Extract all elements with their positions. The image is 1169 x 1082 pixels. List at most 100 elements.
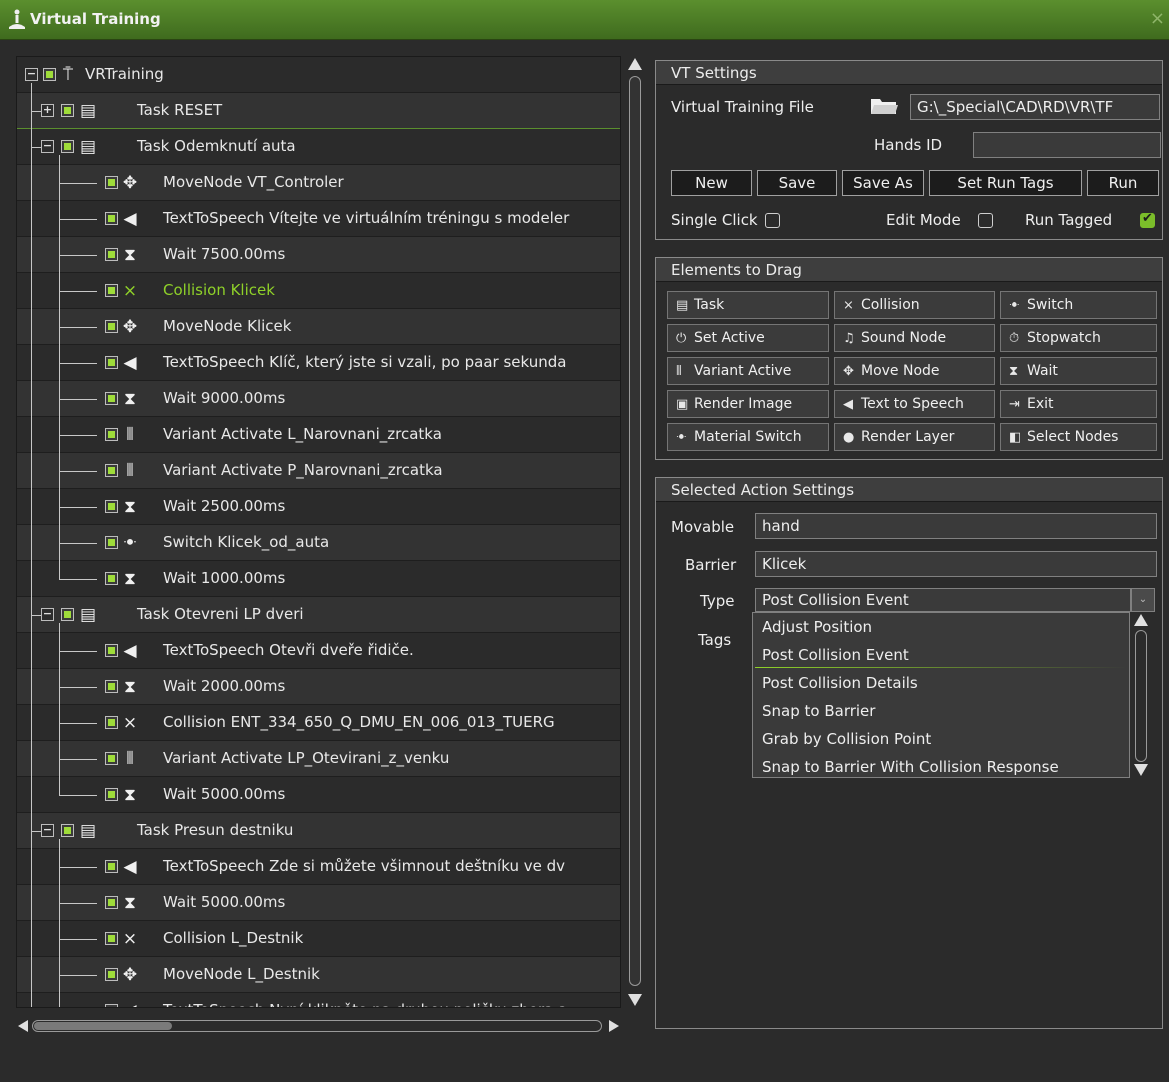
enabled-checkbox[interactable] (105, 680, 118, 693)
enabled-checkbox[interactable] (105, 716, 118, 729)
tree-row[interactable]: − ⍑ VRTraining (17, 57, 620, 93)
enabled-checkbox[interactable] (105, 320, 118, 333)
tree-row[interactable]: ⨯ Collision Klicek (17, 273, 620, 309)
drag-element-collision[interactable]: ⨯ Collision (834, 291, 995, 319)
enabled-checkbox[interactable] (105, 572, 118, 585)
enabled-checkbox[interactable] (61, 608, 74, 621)
collapse-icon[interactable]: − (41, 140, 54, 153)
type-dropdown-list[interactable] (752, 612, 1130, 778)
enabled-checkbox[interactable] (105, 248, 118, 261)
type-select[interactable]: Post Collision Event (755, 588, 1131, 612)
new-button[interactable]: New (671, 170, 752, 196)
scroll-up-icon[interactable] (1134, 614, 1148, 626)
scroll-right-icon[interactable] (609, 1020, 619, 1032)
enabled-checkbox[interactable] (105, 896, 118, 909)
tree-row[interactable]: ⦀ Variant Activate LP_Otevirani_z_venku (17, 741, 620, 777)
drag-element-set-active[interactable]: ⏻ Set Active (667, 324, 829, 352)
type-option[interactable]: Grab by Collision Point (762, 730, 931, 748)
drag-element-render-layer[interactable]: ● Render Layer (834, 423, 995, 451)
type-option[interactable]: Snap to Barrier (762, 702, 875, 720)
enabled-checkbox[interactable] (105, 428, 118, 441)
enabled-checkbox[interactable] (105, 644, 118, 657)
tree-row[interactable]: ◀ TextToSpeech Klíč, který jste si vzali,… (17, 345, 620, 381)
collapse-icon[interactable]: − (41, 824, 54, 837)
drag-element-task[interactable]: ▤ Task (667, 291, 829, 319)
tree-row[interactable]: ⨯ Collision L_Destnik (17, 921, 620, 957)
tree-row[interactable]: ✥ MoveNode L_Destnik (17, 957, 620, 993)
type-option[interactable]: Post Collision Details (762, 674, 918, 692)
scroll-thumb[interactable] (629, 76, 641, 986)
virtual-training-file-field[interactable]: G:\_Special\CAD\RD\VR\TF (910, 94, 1160, 120)
drag-element-variant-active[interactable]: ⦀ Variant Active (667, 357, 829, 385)
hands-id-field[interactable] (973, 132, 1161, 158)
enabled-checkbox[interactable] (105, 788, 118, 801)
enabled-checkbox[interactable] (105, 860, 118, 873)
drag-element-exit[interactable]: ⇥ Exit (1000, 390, 1157, 418)
tree-row[interactable]: + ▤ Task RESET (17, 93, 620, 129)
tree-row[interactable]: ⧗ Wait 2500.00ms (17, 489, 620, 525)
enabled-checkbox[interactable] (61, 824, 74, 837)
drag-element-sound-node[interactable]: ♫ Sound Node (834, 324, 995, 352)
chevron-down-icon[interactable]: ⌄ (1131, 588, 1155, 612)
tree-row[interactable]: ◀ TextToSpeech Nyní klikněte na druhou po… (17, 993, 620, 1007)
tree-row[interactable]: ✥ MoveNode VT_Controler (17, 165, 620, 201)
collapse-icon[interactable]: − (25, 68, 38, 81)
set-run-tags-button[interactable]: Set Run Tags (929, 170, 1082, 196)
save-as-button[interactable]: Save As (842, 170, 924, 196)
tree-row[interactable]: − ▤ Task Odemknutí auta (17, 129, 620, 165)
tree-row[interactable]: ⨯ Collision ENT_334_650_Q_DMU_EN_006_013_… (17, 705, 620, 741)
tree-row[interactable]: ⧗ Wait 5000.00ms (17, 777, 620, 813)
drag-element-render-image[interactable]: ▣ Render Image (667, 390, 829, 418)
type-option[interactable]: Snap to Barrier With Collision Response (762, 758, 1059, 776)
tree-row[interactable]: ⦀ Variant Activate L_Narovnani_zrcatka (17, 417, 620, 453)
enabled-checkbox[interactable] (61, 104, 74, 117)
enabled-checkbox[interactable] (105, 176, 118, 189)
scroll-thumb[interactable] (1135, 630, 1147, 762)
tree-row[interactable]: ⦀ Variant Activate P_Narovnani_zrcatka (17, 453, 620, 489)
tree-row[interactable]: ⧗ Wait 9000.00ms (17, 381, 620, 417)
tree-row[interactable]: ⧗ Wait 7500.00ms (17, 237, 620, 273)
enabled-checkbox[interactable] (43, 68, 56, 81)
barrier-field[interactable]: Klicek (755, 551, 1157, 577)
edit-mode-checkbox[interactable] (978, 213, 993, 228)
scroll-thumb[interactable] (34, 1022, 172, 1030)
single-click-checkbox[interactable] (765, 213, 780, 228)
enabled-checkbox[interactable] (105, 392, 118, 405)
enabled-checkbox[interactable] (61, 140, 74, 153)
enabled-checkbox[interactable] (105, 356, 118, 369)
movable-field[interactable]: hand (755, 513, 1157, 539)
scroll-down-icon[interactable] (628, 994, 642, 1006)
type-option[interactable]: Adjust Position (762, 618, 872, 636)
enabled-checkbox[interactable] (105, 284, 118, 297)
tree-vertical-scrollbar[interactable] (624, 56, 646, 1008)
tree-row[interactable]: ⧗ Wait 5000.00ms (17, 885, 620, 921)
tree-row[interactable]: − ▤ Task Presun destniku (17, 813, 620, 849)
tree-row[interactable]: ◀ TextToSpeech Vítejte ve virtuálním trén… (17, 201, 620, 237)
expand-icon[interactable]: + (41, 104, 54, 117)
run-tagged-checkbox[interactable] (1140, 211, 1155, 228)
training-tree[interactable]: − ⍑ VRTraining + ▤ Task RESET − ▤ Task Odemknutí… (16, 56, 621, 1008)
save-button[interactable]: Save (757, 170, 837, 196)
tree-horizontal-scrollbar[interactable] (16, 1018, 621, 1034)
dropdown-scrollbar[interactable] (1130, 612, 1154, 778)
scroll-down-icon[interactable] (1134, 764, 1148, 776)
enabled-checkbox[interactable] (105, 500, 118, 513)
enabled-checkbox[interactable] (105, 212, 118, 225)
tree-row[interactable]: ◀ TextToSpeech Otevři dveře řidiče. (17, 633, 620, 669)
enabled-checkbox[interactable] (105, 968, 118, 981)
tree-row[interactable]: − ▤ Task Otevreni LP dveri (17, 597, 620, 633)
drag-element-stopwatch[interactable]: ⏱ Stopwatch (1000, 324, 1157, 352)
drag-element-move-node[interactable]: ✥ Move Node (834, 357, 995, 385)
drag-element-text-to-speech[interactable]: ◀ Text to Speech (834, 390, 995, 418)
drag-element-material-switch[interactable]: ꔹ Material Switch (667, 423, 829, 451)
run-button[interactable]: Run (1087, 170, 1159, 196)
tree-row[interactable]: ◀ TextToSpeech Zde si můžete všimnout deš… (17, 849, 620, 885)
tree-row[interactable]: ꔹ Switch Klicek_od_auta (17, 525, 620, 561)
enabled-checkbox[interactable] (105, 752, 118, 765)
tree-row[interactable]: ⧗ Wait 1000.00ms (17, 561, 620, 597)
close-icon[interactable]: × (1150, 8, 1165, 29)
scroll-left-icon[interactable] (18, 1020, 28, 1032)
enabled-checkbox[interactable] (105, 1004, 118, 1007)
drag-element-switch[interactable]: ꔹ Switch (1000, 291, 1157, 319)
scroll-up-icon[interactable] (628, 58, 642, 70)
